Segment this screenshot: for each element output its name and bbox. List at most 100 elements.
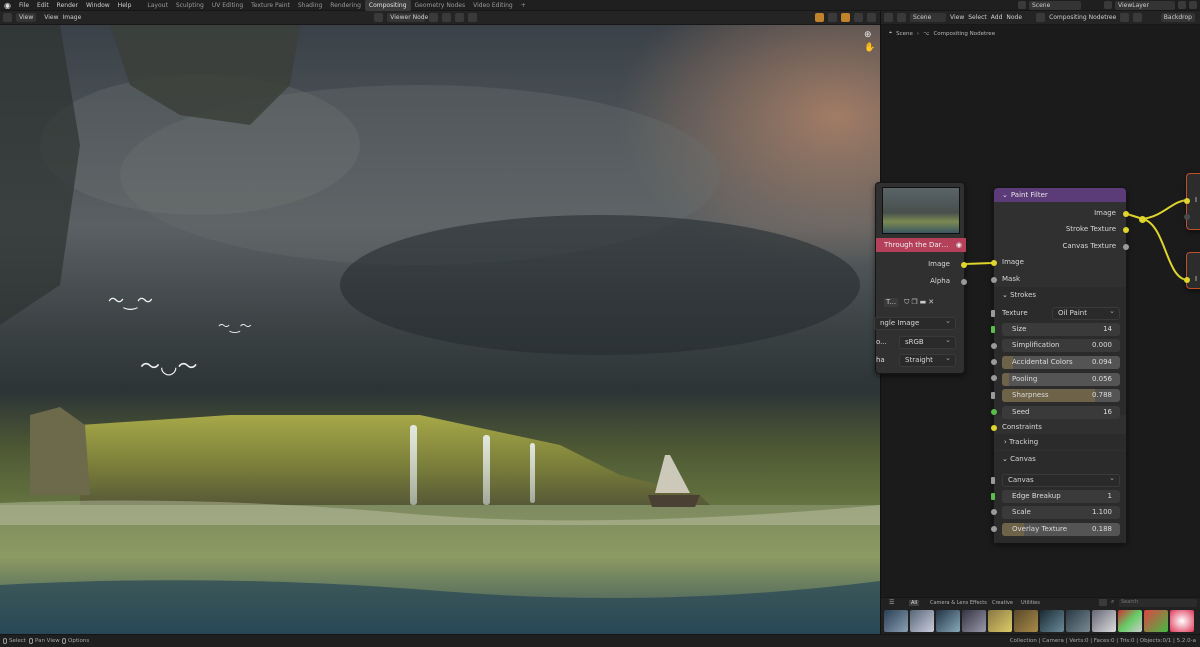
scale-socket[interactable] [991,509,997,515]
pooling-slider[interactable]: Pooling 0.056 [1002,373,1120,386]
output-node-top[interactable]: I [1184,173,1200,230]
copy-icon[interactable]: ❐ [911,298,917,307]
asset-thumbnail[interactable] [1066,610,1090,632]
menu-node[interactable]: Node [1006,14,1022,21]
overlay-texture-socket[interactable] [991,526,997,532]
output-canvas-texture-socket[interactable] [1123,244,1129,250]
menu-render[interactable]: Render [53,0,82,11]
tab-sculpting[interactable]: Sculpting [172,0,208,11]
paint-filter-node[interactable]: ⌄ Paint Filter Image Stroke Texture Canva… [991,187,1129,543]
folder-icon[interactable]: ▬ [920,298,927,307]
asset-thumbnail[interactable] [1092,610,1116,632]
menu-view[interactable]: View [44,14,58,21]
image-browse-icon[interactable] [374,13,384,22]
close-icon[interactable] [1189,1,1197,9]
tab-texture-paint[interactable]: Texture Paint [247,0,294,11]
tracking-panel-toggle[interactable]: › Tracking [1004,438,1038,446]
new-image-icon[interactable] [442,13,452,22]
output-node-input-socket[interactable] [1184,198,1190,204]
output-node-alpha-socket[interactable] [1184,214,1190,220]
output-stroke-texture-socket[interactable] [1123,227,1129,233]
tab-compositing[interactable]: Compositing [364,0,411,11]
node-tree-name[interactable]: Compositing Nodetree [1049,14,1116,21]
backdrop-toggle[interactable]: Backdrop [1160,13,1195,22]
menu-file[interactable]: File [15,0,33,11]
shelf-menu-icon[interactable]: ☰ [889,599,894,606]
simplification-field[interactable]: Simplification 0.000 [1002,339,1120,352]
editor-type-icon[interactable] [884,13,893,22]
size-socket[interactable] [991,326,995,333]
image-datablock[interactable]: T... [884,298,899,307]
shield-icon[interactable]: ⛉ [904,298,909,307]
close-icon[interactable]: ✕ [928,298,934,307]
strokes-panel-toggle[interactable]: ⌄ Strokes [1002,291,1036,299]
menu-help[interactable]: Help [114,0,136,11]
scene-selector[interactable]: Scene [1029,0,1081,10]
copy-icon[interactable] [1178,1,1186,9]
asset-search-input[interactable]: Search [1119,599,1197,607]
asset-thumbnail[interactable] [1144,610,1168,632]
tab-video-editing[interactable]: Video Editing [469,0,517,11]
shelf-tab-creative[interactable]: Creative [992,600,1013,606]
seed-field[interactable]: Seed 16 [1002,406,1120,419]
output-node-bottom[interactable]: I [1184,252,1200,289]
scene-dropdown[interactable]: Scene [910,13,946,22]
view-mode-dropdown[interactable]: View [16,13,37,22]
image-source-dropdown[interactable]: ngle Image [874,316,956,330]
shelf-tab-camera-lens[interactable]: Camera & Lens Effects [930,600,987,606]
output-image-socket[interactable] [961,262,967,268]
view-layer-selector[interactable]: ViewLayer [1115,0,1175,10]
display-channels-icon[interactable] [815,13,824,22]
asset-thumbnail[interactable] [988,610,1012,632]
eye-icon[interactable]: ◉ [956,238,962,252]
image-input-node[interactable]: Through the Dar… ◉ Image Alpha T... ⛉ ❐ … [874,182,967,374]
editor-type-icon[interactable] [3,13,12,22]
collapse-chevron-icon[interactable]: ⌄ [1002,191,1008,199]
asset-thumbnail[interactable] [1014,610,1038,632]
asset-thumbnail[interactable] [936,610,960,632]
seed-socket[interactable] [991,409,997,415]
tab-layout[interactable]: Layout [143,0,171,11]
texture-dropdown[interactable]: Oil Paint [1052,306,1120,320]
image-node-header[interactable]: Through the Dar… ◉ [876,238,966,252]
asset-thumbnail[interactable] [884,610,908,632]
accidental-colors-slider[interactable]: Accidental Colors 0.094 [1002,356,1120,369]
output-alpha-socket[interactable] [961,279,967,285]
menu-edit[interactable]: Edit [33,0,53,11]
texture-socket[interactable] [991,310,995,317]
add-workspace-button[interactable]: + [517,0,530,11]
alpha-mode-dropdown[interactable]: Straight [899,353,956,367]
colorspace-dropdown[interactable]: sRGB [899,335,956,349]
asset-thumbnail[interactable] [962,610,986,632]
output-node-input-socket[interactable] [1184,277,1190,283]
constraints-socket[interactable] [991,425,997,431]
edge-breakup-field[interactable]: Edge Breakup 1 [1002,490,1120,503]
paint-filter-header[interactable]: ⌄ Paint Filter [994,188,1126,202]
size-field[interactable]: Size 14 [1002,323,1120,336]
shelf-tab-utilities[interactable]: Utilities [1021,600,1040,606]
scene-icon[interactable] [1018,1,1026,9]
menu-add[interactable]: Add [991,14,1003,21]
input-mask-socket[interactable] [991,277,997,283]
shelf-tab-all[interactable]: All [909,600,920,606]
view-layer-icon[interactable] [1104,1,1112,9]
sharpness-slider[interactable]: Sharpness 0.788 [1002,389,1120,402]
canvas-dropdown[interactable]: Canvas [1002,473,1120,487]
render-slot-icon[interactable] [841,13,850,22]
asset-thumbnail[interactable] [1170,610,1194,632]
overlay-icon[interactable] [854,13,863,22]
accidental-colors-socket[interactable] [991,359,997,365]
channels-dropdown-icon[interactable] [828,13,837,22]
output-image-socket[interactable] [1123,211,1129,217]
asset-thumbnail[interactable] [910,610,934,632]
hand-pan-icon[interactable]: ✋ [864,43,875,53]
tab-rendering[interactable]: Rendering [326,0,365,11]
node-tree-type-icon[interactable] [897,13,906,22]
input-image-socket[interactable] [991,260,997,266]
unlink-icon[interactable] [468,13,478,22]
asset-thumbnail[interactable] [1118,610,1142,632]
canvas-panel-toggle[interactable]: ⌄ Canvas [1002,455,1036,463]
node-editor[interactable]: ⌖ Scene › ⌥ Compositing Nodetree Through… [874,25,1200,597]
menu-window[interactable]: Window [82,0,114,11]
pin-icon[interactable] [429,13,439,22]
